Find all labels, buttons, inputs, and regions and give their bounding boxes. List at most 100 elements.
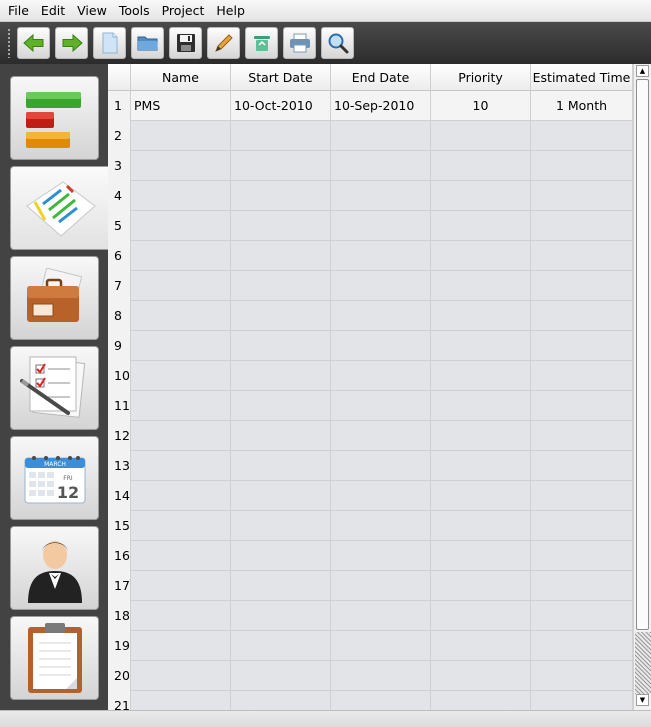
- cell-estimated-time[interactable]: [531, 421, 633, 451]
- cell-name[interactable]: [131, 211, 231, 241]
- cell-end-date[interactable]: [331, 631, 431, 661]
- cell-name[interactable]: [131, 301, 231, 331]
- cell-end-date[interactable]: [331, 211, 431, 241]
- cell-name[interactable]: [131, 361, 231, 391]
- table-row[interactable]: 2: [108, 121, 633, 151]
- cell-start-date[interactable]: [231, 211, 331, 241]
- cell-start-date[interactable]: [231, 121, 331, 151]
- cell-estimated-time[interactable]: [531, 361, 633, 391]
- column-header-priority[interactable]: Priority: [431, 64, 531, 91]
- table-row[interactable]: 3: [108, 151, 633, 181]
- table-row[interactable]: 8: [108, 301, 633, 331]
- table-row[interactable]: 14: [108, 481, 633, 511]
- save-button[interactable]: [169, 27, 202, 59]
- menu-tools[interactable]: Tools: [113, 0, 156, 22]
- menu-edit[interactable]: Edit: [35, 0, 71, 22]
- row-number[interactable]: 4: [108, 181, 131, 211]
- cell-priority[interactable]: [431, 331, 531, 361]
- cell-end-date[interactable]: [331, 481, 431, 511]
- table-row[interactable]: 20: [108, 661, 633, 691]
- cell-estimated-time[interactable]: 1 Month: [531, 91, 633, 121]
- table-row[interactable]: 15: [108, 511, 633, 541]
- cell-start-date[interactable]: [231, 601, 331, 631]
- cell-name[interactable]: PMS: [131, 91, 231, 121]
- cell-estimated-time[interactable]: [531, 571, 633, 601]
- sidebar-item-projects[interactable]: [10, 256, 99, 340]
- menu-project[interactable]: Project: [156, 0, 211, 22]
- cell-priority[interactable]: [431, 601, 531, 631]
- cell-end-date[interactable]: [331, 331, 431, 361]
- cell-start-date[interactable]: [231, 571, 331, 601]
- row-number[interactable]: 19: [108, 631, 131, 661]
- cell-estimated-time[interactable]: [531, 511, 633, 541]
- cell-start-date[interactable]: [231, 451, 331, 481]
- cell-name[interactable]: [131, 421, 231, 451]
- cell-end-date[interactable]: [331, 541, 431, 571]
- table-row[interactable]: 5: [108, 211, 633, 241]
- cell-priority[interactable]: [431, 631, 531, 661]
- cell-name[interactable]: [131, 151, 231, 181]
- cell-name[interactable]: [131, 691, 231, 710]
- cell-start-date[interactable]: [231, 181, 331, 211]
- row-number[interactable]: 7: [108, 271, 131, 301]
- cell-priority[interactable]: [431, 481, 531, 511]
- cell-start-date[interactable]: 10-Oct-2010: [231, 91, 331, 121]
- cell-end-date[interactable]: [331, 361, 431, 391]
- row-number[interactable]: 20: [108, 661, 131, 691]
- cell-end-date[interactable]: [331, 571, 431, 601]
- edit-button[interactable]: [207, 27, 240, 59]
- sidebar-item-reports[interactable]: [10, 616, 99, 700]
- row-number[interactable]: 18: [108, 601, 131, 631]
- cell-name[interactable]: [131, 241, 231, 271]
- table-row[interactable]: 6: [108, 241, 633, 271]
- cell-name[interactable]: [131, 121, 231, 151]
- cell-start-date[interactable]: [231, 331, 331, 361]
- table-row[interactable]: 11: [108, 391, 633, 421]
- sidebar-item-status[interactable]: [10, 76, 99, 160]
- cell-priority[interactable]: [431, 121, 531, 151]
- table-row[interactable]: 9: [108, 331, 633, 361]
- column-header-estimated-time[interactable]: Estimated Time: [531, 64, 633, 91]
- cell-priority[interactable]: [431, 301, 531, 331]
- menu-file[interactable]: File: [2, 0, 35, 22]
- cell-start-date[interactable]: [231, 691, 331, 710]
- cell-estimated-time[interactable]: [531, 271, 633, 301]
- row-number[interactable]: 17: [108, 571, 131, 601]
- cell-estimated-time[interactable]: [531, 241, 633, 271]
- cell-priority[interactable]: [431, 361, 531, 391]
- column-header-start-date[interactable]: Start Date: [231, 64, 331, 91]
- scroll-down-arrow[interactable]: ▼: [636, 694, 649, 706]
- row-number[interactable]: 13: [108, 451, 131, 481]
- cell-priority[interactable]: [431, 691, 531, 710]
- cell-priority[interactable]: [431, 511, 531, 541]
- cell-estimated-time[interactable]: [531, 211, 633, 241]
- scroll-track[interactable]: [635, 632, 651, 694]
- row-number[interactable]: 15: [108, 511, 131, 541]
- cell-start-date[interactable]: [231, 241, 331, 271]
- back-button[interactable]: [17, 27, 50, 59]
- cell-name[interactable]: [131, 571, 231, 601]
- cell-start-date[interactable]: [231, 271, 331, 301]
- print-button[interactable]: [283, 27, 316, 59]
- row-number[interactable]: 11: [108, 391, 131, 421]
- cell-priority[interactable]: [431, 211, 531, 241]
- table-row[interactable]: 17: [108, 571, 633, 601]
- cell-start-date[interactable]: [231, 631, 331, 661]
- sidebar-item-calendar[interactable]: MARCH FRI 12: [10, 436, 99, 520]
- menu-view[interactable]: View: [71, 0, 113, 22]
- cell-start-date[interactable]: [231, 361, 331, 391]
- row-number[interactable]: 8: [108, 301, 131, 331]
- row-number[interactable]: 3: [108, 151, 131, 181]
- cell-estimated-time[interactable]: [531, 631, 633, 661]
- cell-end-date[interactable]: [331, 181, 431, 211]
- cell-start-date[interactable]: [231, 481, 331, 511]
- cell-start-date[interactable]: [231, 421, 331, 451]
- cell-end-date[interactable]: 10-Sep-2010: [331, 91, 431, 121]
- cell-name[interactable]: [131, 181, 231, 211]
- cell-priority[interactable]: [431, 391, 531, 421]
- cell-name[interactable]: [131, 511, 231, 541]
- row-number[interactable]: 10: [108, 361, 131, 391]
- cell-estimated-time[interactable]: [531, 541, 633, 571]
- cell-name[interactable]: [131, 451, 231, 481]
- sidebar-item-tasks[interactable]: [10, 346, 99, 430]
